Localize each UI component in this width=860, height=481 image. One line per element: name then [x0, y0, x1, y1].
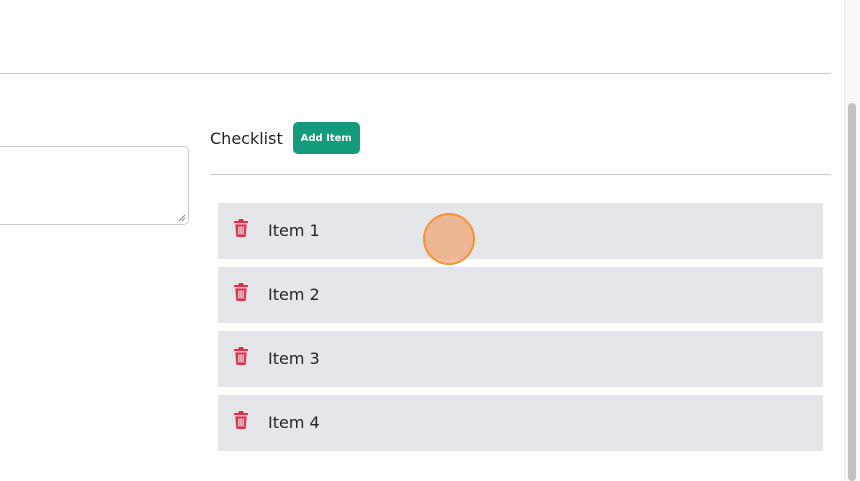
description-textarea[interactable] [0, 147, 188, 224]
checklist-header: Checklist Add Item [210, 122, 360, 154]
top-divider [0, 73, 831, 74]
checklist-item-label: Item 1 [268, 221, 320, 240]
checklist-item-label: Item 3 [268, 349, 320, 368]
checklist-item: Item 4 [218, 395, 823, 451]
checklist-item-label: Item 4 [268, 413, 320, 432]
scrollbar-track[interactable] [844, 0, 860, 481]
trash-icon[interactable] [234, 411, 248, 429]
trash-icon[interactable] [234, 347, 248, 365]
checklist-title: Checklist [210, 128, 283, 148]
checklist-item: Item 2 [218, 267, 823, 323]
checklist-items: Item 1 Item 2 Item 3 Item 4 [218, 203, 823, 459]
checklist-item: Item 3 [218, 331, 823, 387]
scrollbar-thumb[interactable] [848, 103, 856, 481]
resize-grip-icon[interactable] [178, 214, 186, 222]
checklist-divider [210, 174, 831, 175]
description-textarea-container [0, 146, 189, 225]
add-item-button[interactable]: Add Item [292, 122, 360, 154]
checklist-item: Item 1 [218, 203, 823, 259]
checklist-item-label: Item 2 [268, 285, 320, 304]
trash-icon[interactable] [234, 219, 248, 237]
trash-icon[interactable] [234, 283, 248, 301]
